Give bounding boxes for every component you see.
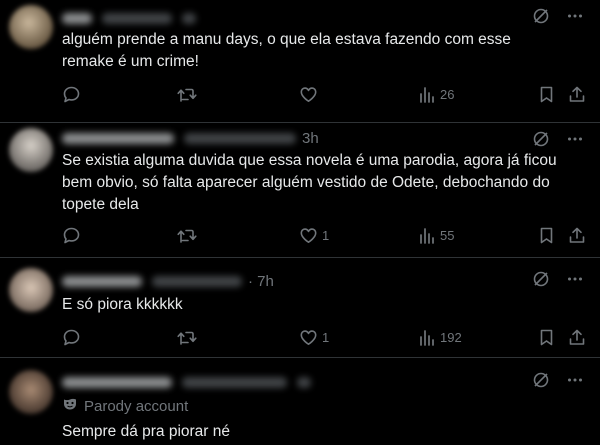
- bookmark-button[interactable]: [538, 326, 555, 348]
- share-icon: [569, 227, 585, 243]
- timestamp[interactable]: [182, 12, 196, 24]
- views-count: 55: [440, 227, 455, 243]
- more-icon[interactable]: [566, 7, 584, 30]
- like-icon: [300, 86, 317, 102]
- author-name[interactable]: [62, 12, 92, 24]
- like-icon: [300, 227, 317, 243]
- bookmark-icon: [540, 86, 553, 102]
- grok-icon[interactable]: [532, 371, 550, 394]
- views-icon: [420, 227, 434, 244]
- author-handle[interactable]: [102, 12, 172, 24]
- repost-icon: [177, 331, 197, 345]
- repost-icon: [177, 88, 197, 102]
- grok-icon[interactable]: [532, 7, 550, 30]
- repost-button[interactable]: [177, 326, 197, 348]
- share-button[interactable]: [568, 326, 586, 348]
- post-header: · 7h: [62, 271, 274, 291]
- post-top-icons: [532, 8, 584, 28]
- more-icon[interactable]: [566, 270, 584, 293]
- author-handle[interactable]: [152, 275, 242, 287]
- parody-label: Parody account: [62, 396, 188, 416]
- parody-mask-icon: [62, 396, 78, 416]
- share-button[interactable]: [568, 224, 586, 246]
- reply-button[interactable]: [62, 83, 81, 105]
- like-button[interactable]: [299, 83, 318, 105]
- author-name[interactable]: [62, 376, 172, 388]
- repost-icon: [177, 229, 197, 243]
- bookmark-button[interactable]: [538, 83, 555, 105]
- share-icon: [569, 86, 585, 102]
- views-button[interactable]: 55: [419, 224, 454, 246]
- share-icon: [569, 329, 585, 345]
- post-top-icons: [532, 372, 584, 392]
- avatar[interactable]: [9, 5, 53, 49]
- post-text: alguém prende a manu days, o que ela est…: [62, 31, 516, 70]
- views-icon: [420, 86, 434, 103]
- post-top-icons: [532, 131, 584, 151]
- reply-icon: [63, 86, 80, 102]
- views-icon: [420, 329, 434, 346]
- post-header: [62, 372, 311, 392]
- avatar[interactable]: [9, 370, 53, 414]
- post-text: E só piora kkkkkk: [62, 296, 183, 313]
- bookmark-button[interactable]: [538, 224, 555, 246]
- avatar[interactable]: [9, 128, 53, 172]
- views-button[interactable]: 26: [419, 83, 454, 105]
- post-3[interactable]: · 7h E só piora kkkkkk 1 192: [0, 258, 600, 358]
- more-icon[interactable]: [566, 130, 584, 153]
- timestamp[interactable]: 3h: [302, 130, 319, 147]
- like-icon: [300, 329, 317, 345]
- reply-icon: [63, 227, 80, 243]
- reply-button[interactable]: [62, 326, 81, 348]
- reply-button[interactable]: [62, 224, 81, 246]
- like-count: 1: [322, 329, 330, 345]
- author-handle[interactable]: [182, 376, 287, 388]
- repost-button[interactable]: [177, 83, 197, 105]
- like-button[interactable]: 1: [299, 224, 329, 246]
- author-name[interactable]: [62, 132, 174, 144]
- post-1[interactable]: alguém prende a manu days, o que ela est…: [0, 0, 600, 123]
- parody-label-text: Parody account: [84, 397, 189, 415]
- timestamp[interactable]: · 7h: [248, 273, 274, 290]
- post-2[interactable]: 3h Se existia alguma duvida que essa nov…: [0, 123, 600, 258]
- views-button[interactable]: 192: [419, 326, 462, 348]
- like-count: 1: [322, 227, 330, 243]
- action-bar: 1 55: [62, 224, 590, 246]
- share-button[interactable]: [568, 83, 586, 105]
- bookmark-icon: [540, 329, 553, 345]
- action-bar: 26: [62, 83, 590, 105]
- like-button[interactable]: 1: [299, 326, 329, 348]
- repost-button[interactable]: [177, 224, 197, 246]
- more-icon[interactable]: [566, 371, 584, 394]
- post-header: [62, 8, 196, 28]
- timestamp[interactable]: [297, 376, 311, 388]
- post-header: 3h: [62, 128, 319, 148]
- author-handle[interactable]: [184, 132, 296, 144]
- post-top-icons: [532, 271, 584, 291]
- action-bar: 1 192: [62, 326, 590, 348]
- views-count: 26: [440, 86, 455, 102]
- grok-icon[interactable]: [532, 270, 550, 293]
- bookmark-icon: [540, 227, 553, 243]
- post-text: Se existia alguma duvida que essa novela…: [62, 152, 561, 213]
- post-4[interactable]: Parody account Sempre dá pra piorar né: [0, 358, 600, 445]
- views-count: 192: [440, 329, 462, 345]
- author-name[interactable]: [62, 275, 142, 287]
- post-text: Sempre dá pra piorar né: [62, 423, 231, 440]
- reply-icon: [63, 329, 80, 345]
- avatar[interactable]: [9, 268, 53, 312]
